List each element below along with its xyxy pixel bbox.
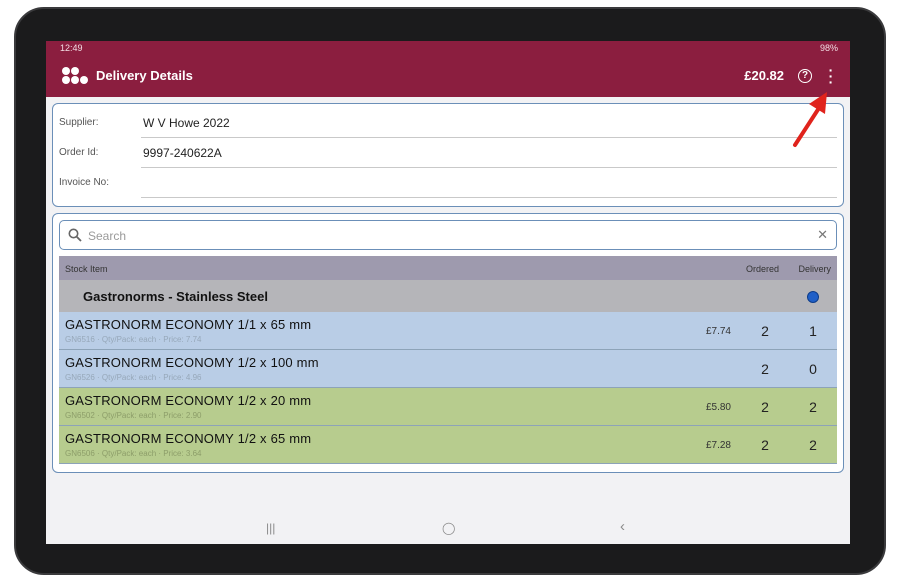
table-row[interactable]: GASTRONORM ECONOMY 1/2 x 100 mm GN6526 ·…: [59, 350, 837, 388]
table-header: Stock Item Ordered Delivery: [59, 256, 837, 280]
item-price: £5.80: [705, 402, 731, 413]
recents-button[interactable]: |||: [266, 521, 275, 535]
ordered-qty: 2: [761, 399, 769, 415]
table-row[interactable]: GASTRONORM ECONOMY 1/2 x 20 mm GN6502 · …: [59, 388, 837, 426]
supplier-label: Supplier:: [59, 117, 99, 128]
delivery-qty[interactable]: 2: [803, 437, 823, 453]
help-circle-icon[interactable]: ?: [798, 69, 812, 83]
ordered-qty: 2: [761, 437, 769, 453]
ordered-qty: 2: [761, 323, 769, 339]
delivery-qty[interactable]: 1: [803, 323, 823, 339]
item-details: GN6516 · Qty/Pack: each · Price: 7.74: [65, 335, 202, 344]
search-box: ✕: [59, 220, 837, 250]
item-name: GASTRONORM ECONOMY 1/2 x 100 mm: [65, 355, 319, 370]
item-name: GASTRONORM ECONOMY 1/2 x 20 mm: [65, 393, 312, 408]
invoice-label: Invoice No:: [59, 177, 110, 188]
delivery-qty[interactable]: 2: [803, 399, 823, 415]
item-name: GASTRONORM ECONOMY 1/1 x 65 mm: [65, 317, 312, 332]
invoice-row: Invoice No:: [53, 168, 845, 198]
item-price: £7.74: [705, 326, 731, 337]
more-vert-icon[interactable]: · · ·: [828, 63, 834, 89]
table-row[interactable]: GASTRONORM ECONOMY 1/1 x 65 mm GN6516 · …: [59, 312, 837, 350]
item-details: GN6506 · Qty/Pack: each · Price: 3.64: [65, 449, 202, 458]
supplier-field[interactable]: W V Howe 2022: [143, 116, 230, 130]
status-dot-icon: [807, 291, 819, 303]
order-total: £20.82: [744, 68, 784, 83]
app-screen: 12:49 98% Delivery Details £20.82 ? · · · …: [46, 41, 850, 544]
clear-icon[interactable]: ✕: [817, 227, 828, 243]
group-title: Gastronorms - Stainless Steel: [83, 289, 268, 304]
group-header[interactable]: Gastronorms - Stainless Steel: [59, 280, 837, 312]
annotation-arrow-icon: [793, 92, 827, 147]
status-bar: 12:49 98%: [46, 41, 850, 55]
header-ordered: Ordered: [745, 264, 779, 274]
header-delivery: Delivery: [798, 264, 831, 274]
system-nav-bar: ||| ◯ ‹: [46, 513, 850, 544]
back-button[interactable]: ‹: [620, 518, 625, 535]
item-details: GN6502 · Qty/Pack: each · Price: 2.90: [65, 411, 202, 420]
page-title: Delivery Details: [96, 68, 193, 83]
order-id-row: Order Id: 9997-240622A: [53, 138, 845, 168]
battery-level: 98%: [819, 43, 838, 53]
order-id-label: Order Id:: [59, 147, 99, 158]
stock-list-card: ✕ Stock Item Ordered Delivery Gastronorm…: [52, 213, 844, 473]
item-name: GASTRONORM ECONOMY 1/2 x 65 mm: [65, 431, 312, 446]
item-details: GN6526 · Qty/Pack: each · Price: 4.96: [65, 373, 202, 382]
app-bar: Delivery Details £20.82 ? · · ·: [46, 55, 850, 97]
order-header-card: Supplier: W V Howe 2022 Order Id: 9997-2…: [52, 103, 844, 207]
supplier-row: Supplier: W V Howe 2022: [53, 108, 845, 138]
app-logo-icon: [62, 67, 88, 84]
ordered-qty: 2: [761, 361, 769, 377]
status-time: 12:49: [60, 43, 83, 53]
header-stock-item: Stock Item: [65, 264, 108, 274]
search-input[interactable]: [88, 227, 788, 245]
item-price: £7.28: [705, 440, 731, 451]
order-id-field[interactable]: 9997-240622A: [143, 146, 222, 160]
home-button[interactable]: ◯: [442, 521, 455, 535]
search-icon: [68, 228, 82, 242]
table-row[interactable]: GASTRONORM ECONOMY 1/2 x 65 mm GN6506 · …: [59, 426, 837, 464]
delivery-qty[interactable]: 0: [803, 361, 823, 377]
